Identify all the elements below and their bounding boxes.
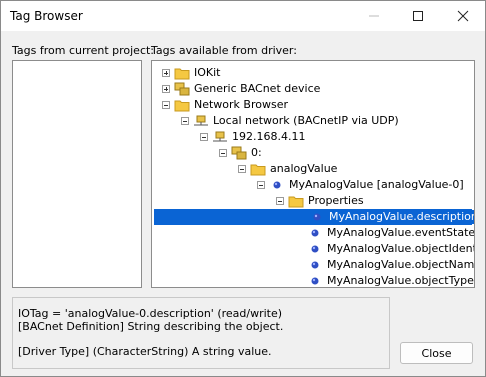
tree-node-label: Properties (308, 194, 364, 207)
collapse-icon[interactable] (200, 133, 208, 141)
network-icon (193, 114, 209, 128)
property-dot-icon (307, 226, 323, 240)
tree-node[interactable]: MyAnalogValue.objectType (152, 273, 474, 287)
tree-node[interactable]: MyAnalogValue.eventState (152, 225, 474, 241)
tree-node-label: 0: (251, 146, 262, 159)
tree-node-label: Network Browser (194, 98, 288, 111)
tag-browser-window: Tag Browser Tags from current project: T… (0, 0, 486, 377)
driver-tags-label: Tags available from driver: (151, 44, 297, 57)
info-driver-type: [Driver Type] (CharacterString) A string… (18, 345, 272, 358)
tree-node[interactable]: 0: (152, 145, 474, 161)
minimize-button[interactable] (352, 1, 396, 31)
tree-node-label: MyAnalogValue.objectName (327, 258, 475, 271)
tree-node[interactable]: Generic BACnet device (152, 81, 474, 97)
tree-node[interactable]: MyAnalogValue.description (154, 209, 474, 225)
collapse-icon[interactable] (181, 117, 189, 125)
folder-icon (250, 162, 266, 176)
tree-node[interactable]: Network Browser (152, 97, 474, 113)
network-icon (212, 130, 228, 144)
folder-icon (288, 194, 304, 208)
tree-node-label: MyAnalogValue [analogValue-0] (289, 178, 464, 191)
close-button[interactable]: Close (400, 342, 473, 364)
tree-node[interactable]: 192.168.4.11 (152, 129, 474, 145)
tree-node[interactable]: IOKit (152, 65, 474, 81)
tree-node[interactable]: Local network (BACnetIP via UDP) (152, 113, 474, 129)
tree-node[interactable]: Properties (152, 193, 474, 209)
info-iotag: IOTag = 'analogValue-0.description' (rea… (18, 307, 283, 320)
tree-node-label: Local network (BACnetIP via UDP) (213, 114, 399, 127)
tree-node-label: MyAnalogValue.objectType (327, 274, 474, 287)
collapse-icon[interactable] (162, 101, 170, 109)
collapse-icon[interactable] (238, 165, 246, 173)
project-tags-label: Tags from current project: (12, 44, 155, 57)
device-icon (231, 146, 247, 160)
tree-node-label: MyAnalogValue.objectIdentifier (327, 242, 474, 255)
folder-icon (174, 98, 190, 112)
info-bacnet-definition: [BACnet Definition] String describing th… (18, 320, 284, 333)
property-dot-icon (307, 258, 323, 272)
collapse-icon[interactable] (276, 197, 284, 205)
tag-info-panel: IOTag = 'analogValue-0.description' (rea… (12, 297, 390, 369)
tree-node[interactable]: MyAnalogValue.objectIdentifier (152, 241, 474, 257)
tree-node-label: analogValue (270, 162, 338, 175)
property-dot-icon (307, 274, 323, 287)
tree-node-label: Generic BACnet device (194, 82, 321, 95)
tree-node-label: 192.168.4.11 (232, 130, 306, 143)
property-dot-icon (309, 210, 325, 224)
tree-node-label: MyAnalogValue.description (328, 210, 474, 224)
tree-node-label: MyAnalogValue.eventState (327, 226, 475, 239)
close-window-button[interactable] (441, 1, 485, 31)
expand-icon[interactable] (162, 85, 170, 93)
tree-node-label: IOKit (194, 66, 221, 79)
title-bar: Tag Browser (1, 1, 485, 31)
minimize-icon (369, 15, 379, 17)
expand-icon[interactable] (162, 69, 170, 77)
tree-node[interactable]: MyAnalogValue [analogValue-0] (152, 177, 474, 193)
collapse-icon[interactable] (257, 181, 265, 189)
maximize-button[interactable] (396, 1, 440, 31)
folder-icon (174, 66, 190, 80)
tree-node[interactable]: analogValue (152, 161, 474, 177)
object-dot-icon (269, 178, 285, 192)
collapse-icon[interactable] (219, 149, 227, 157)
driver-tags-tree[interactable]: IOKit Generic BACnet device Network Browse… (151, 60, 475, 288)
device-icon (174, 82, 190, 96)
property-dot-icon (307, 242, 323, 256)
close-icon (457, 10, 469, 22)
maximize-icon (413, 11, 423, 21)
window-title: Tag Browser (10, 9, 83, 23)
tree-node[interactable]: MyAnalogValue.objectName (152, 257, 474, 273)
project-tags-list[interactable] (12, 60, 142, 288)
